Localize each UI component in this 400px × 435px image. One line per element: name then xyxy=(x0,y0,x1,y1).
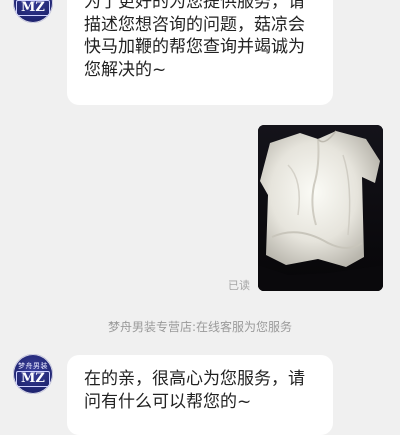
agent-avatar[interactable]: 梦舟男装 MZ xyxy=(13,354,53,394)
message-text-line: 为了更好的为您提供服务，请 xyxy=(84,0,305,12)
read-status: 已读 xyxy=(228,279,250,292)
message-text-line: 描述您想咨询的问题，菇凉会 xyxy=(84,14,305,35)
message-text-line: 您解决的~ xyxy=(84,59,167,80)
avatar-logo-mz: MZ xyxy=(16,370,50,387)
agent-message-bubble[interactable]: 为了更好的为您提供服务，请 描述您想咨询的问题，菇凉会 快马加鞭的帮您查询并竭诚… xyxy=(67,0,333,105)
white-shirt-photo xyxy=(258,125,383,291)
agent-message-bubble[interactable]: 在的亲，很高心为您服务，请 问有什么可以帮您的~ xyxy=(67,355,333,435)
message-text-line: 问有什么可以帮您的~ xyxy=(84,391,252,412)
agent-avatar[interactable]: 梦舟男装 MZ xyxy=(13,0,53,23)
system-notice: 梦舟男装专营店:在线客服为您服务 xyxy=(107,320,293,334)
avatar-logo-mz: MZ xyxy=(16,0,50,16)
sent-photo-message[interactable] xyxy=(258,125,383,291)
message-text-line: 快马加鞭的帮您查询并竭诚为 xyxy=(84,37,305,57)
avatar-shop-text: 梦舟男装 xyxy=(18,361,48,370)
message-text-line: 在的亲，很高心为您服务，请 xyxy=(84,369,305,389)
